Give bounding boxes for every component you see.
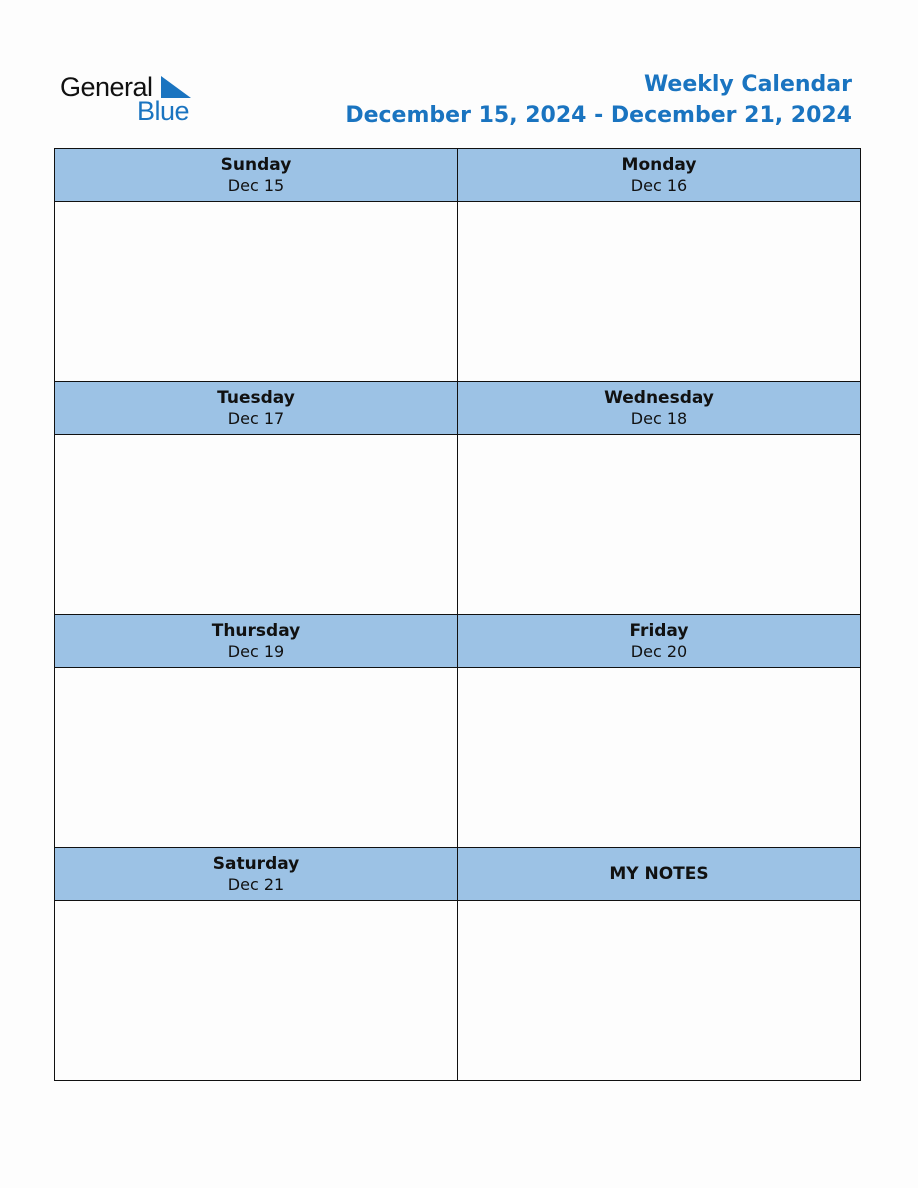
weekly-calendar-grid: Sunday Dec 15 Monday Dec 16 Tuesday Dec … [54,148,861,1081]
day-date: Dec 19 [227,642,285,661]
day-header-friday: Friday Dec 20 [457,614,861,668]
notes-label: MY NOTES [609,864,709,884]
day-cell-wednesday[interactable] [457,434,861,615]
logo-word-blue: Blue [137,96,190,126]
general-blue-logo: General Blue [60,72,200,132]
day-date: Dec 15 [227,176,285,195]
day-name: Monday [621,155,697,175]
day-date: Dec 17 [227,409,285,428]
day-header-sunday: Sunday Dec 15 [54,148,458,202]
notes-header: MY NOTES [457,847,861,901]
day-name: Wednesday [604,388,714,408]
day-header-monday: Monday Dec 16 [457,148,861,202]
day-name: Thursday [211,621,301,641]
day-date: Dec 16 [630,176,688,195]
calendar-title: Weekly Calendar [643,72,852,97]
day-cell-sunday[interactable] [54,201,458,382]
day-header-saturday: Saturday Dec 21 [54,847,458,901]
day-date: Dec 21 [227,875,285,894]
page-title: Weekly Calendar December 15, 2024 - Dece… [345,70,852,132]
day-header-wednesday: Wednesday Dec 18 [457,381,861,435]
day-cell-tuesday[interactable] [54,434,458,615]
day-cell-thursday[interactable] [54,667,458,848]
notes-cell[interactable] [457,900,861,1081]
date-range: December 15, 2024 - December 21, 2024 [345,103,852,128]
day-header-tuesday: Tuesday Dec 17 [54,381,458,435]
day-cell-friday[interactable] [457,667,861,848]
day-header-thursday: Thursday Dec 19 [54,614,458,668]
day-name: Saturday [212,854,300,874]
day-name: Sunday [220,155,292,175]
day-name: Friday [629,621,689,641]
day-name: Tuesday [217,388,295,408]
day-cell-monday[interactable] [457,201,861,382]
day-date: Dec 18 [630,409,688,428]
logo-triangle-icon [161,76,191,98]
day-date: Dec 20 [630,642,688,661]
day-cell-saturday[interactable] [54,900,458,1081]
